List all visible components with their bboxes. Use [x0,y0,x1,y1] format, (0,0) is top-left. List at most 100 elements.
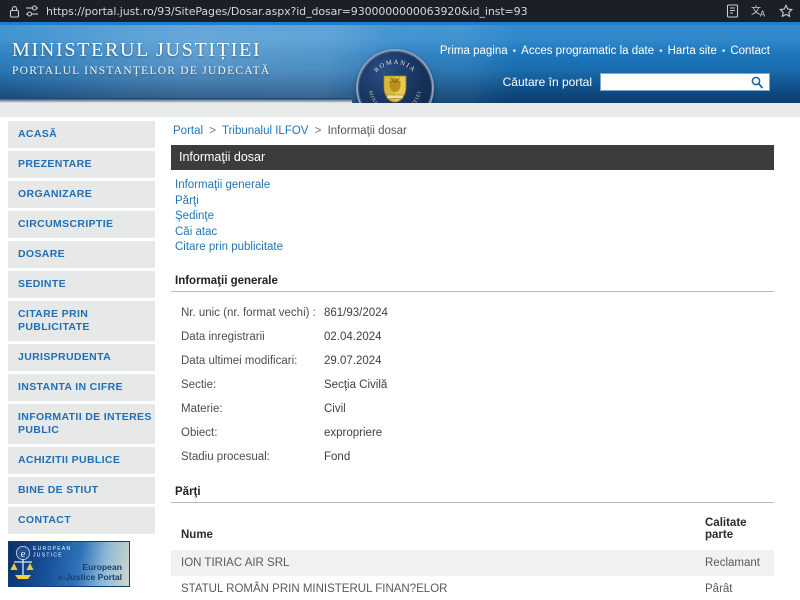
sidebar: ACASĂ PREZENTARE ORGANIZARE CIRCUMSCRIPT… [0,117,163,587]
sidebar-item-label: JURISPRUDENTA [18,351,111,363]
table-header-row: Nume Calitate parte [171,513,774,550]
parties-table: Nume Calitate parte ION TIRIAC AIR SRL R… [171,513,774,600]
page-title: MINISTERUL JUSTIȚIEI [12,38,270,63]
sidebar-item-prezentare[interactable]: PREZENTARE [8,151,155,178]
anchor-sedinte[interactable]: Şedinţe [175,209,774,225]
info-row: Sectie: Secţia Civilă [171,373,774,397]
sidebar-item-organizare[interactable]: ORGANIZARE [8,181,155,208]
sidebar-item-informatii-de-interes-public[interactable]: INFORMATII DE INTERES PUBLIC [8,404,155,444]
top-navigation[interactable]: Prima pagina • Acces programatic la date… [440,45,770,57]
search-box[interactable] [600,73,770,91]
site-subtitle: PORTALUL INSTANȚELOR DE JUDECATĂ [12,63,270,79]
nav-prima-pagina[interactable]: Prima pagina [440,45,508,57]
section-heading-informatii-generale: Informaţii generale [171,268,774,292]
info-value: expropriere [324,426,382,440]
search-input[interactable] [601,74,746,90]
header-gray-band [0,103,800,117]
url-text[interactable]: https://portal.just.ro/93/SitePages/Dosa… [46,5,527,18]
sidebar-item-jurisprudenta[interactable]: JURISPRUDENTA [8,344,155,371]
sidebar-item-instanta-in-cifre[interactable]: INSTANTA IN CIFRE [8,374,155,401]
breadcrumb-item-tribunal[interactable]: Tribunalul ILFOV [222,125,309,137]
nav-separator: • [659,46,663,57]
european-ejustice-portal-banner[interactable]: e EUROPEAN JUSTICE European e-Justice Po… [8,541,130,587]
favorite-star-icon[interactable] [778,4,794,18]
site-header: MINISTERUL JUSTIȚIEI PORTALUL INSTANȚELO… [0,25,800,103]
portal-search[interactable]: Căutare în portal [503,73,770,91]
sidebar-item-acasa[interactable]: ACASĂ [8,121,155,148]
dosar-title-bar: Informaţii dosar [171,145,774,170]
svg-text:ROMANIA: ROMANIA [373,59,417,74]
anchor-informatii-generale[interactable]: Informaţii generale [175,178,774,194]
svg-text:JUSTICE: JUSTICE [33,553,63,559]
info-label: Sectie: [171,378,324,392]
browser-address-bar[interactable]: https://portal.just.ro/93/SitePages/Dosa… [0,0,800,22]
ministry-seal-emblem: ROMANIA MINISTERUL JUSTITIEI [356,49,434,103]
translate-icon[interactable]: 文A [751,4,767,18]
anchor-link-list[interactable]: Informaţii generale Părţi Şedinţe Căi at… [171,178,774,260]
site-brand: MINISTERUL JUSTIȚIEI PORTALUL INSTANȚELO… [12,38,270,79]
info-row: Nr. unic (nr. format vechi) : 861/93/202… [171,301,774,325]
page-body: ACASĂ PREZENTARE ORGANIZARE CIRCUMSCRIPT… [0,117,800,600]
svg-text:A: A [760,10,766,19]
cell-calitate: Pârât [695,576,774,600]
info-label: Stadiu procesual: [171,450,324,464]
nav-contact[interactable]: Contact [730,45,770,57]
sidebar-item-label: CITARE PRIN PUBLICITATE [18,308,90,333]
info-row: Data ultimei modificari: 29.07.2024 [171,349,774,373]
sidebar-item-label: CIRCUMSCRIPTIE [18,218,113,230]
reading-list-icon[interactable] [724,4,740,18]
svg-text:e: e [21,548,26,560]
column-header-nume: Nume [171,513,695,550]
breadcrumb-item-current: Informaţii dosar [328,125,407,137]
sidebar-item-label: INFORMATII DE INTERES PUBLIC [18,411,152,436]
header-bottom-shelf [0,98,352,103]
sidebar-item-label: ACASĂ [18,128,57,140]
sidebar-item-achizitii-publice[interactable]: ACHIZITII PUBLICE [8,447,155,474]
info-value: 861/93/2024 [324,306,388,320]
section-heading-parti: Părţi [171,479,774,503]
breadcrumb-separator: > [209,125,216,137]
svg-text:e-Justice Portal: e-Justice Portal [58,572,122,582]
info-row: Materie: Civil [171,397,774,421]
search-button[interactable] [746,74,768,90]
breadcrumb: Portal > Tribunalul ILFOV > Informaţii d… [171,121,774,145]
sidebar-item-label: ORGANIZARE [18,188,92,200]
anchor-parti[interactable]: Părţi [175,194,774,210]
anchor-cai-atac[interactable]: Căi atac [175,225,774,241]
sidebar-item-citare-prin-publicitate[interactable]: CITARE PRIN PUBLICITATE [8,301,155,341]
nav-harta-site[interactable]: Harta site [668,45,717,57]
info-label: Materie: [171,402,324,416]
nav-separator: • [722,46,726,57]
main-content: Portal > Tribunalul ILFOV > Informaţii d… [163,117,800,600]
info-row: Data inregistrarii 02.04.2024 [171,325,774,349]
info-value: 02.04.2024 [324,330,382,344]
svg-text:EUROPEAN: EUROPEAN [33,546,71,552]
nav-acces-programatic[interactable]: Acces programatic la date [521,45,654,57]
sidebar-item-dosare[interactable]: DOSARE [8,241,155,268]
info-label: Data inregistrarii [171,330,324,344]
anchor-citare-prin-publicitate[interactable]: Citare prin publicitate [175,240,774,256]
sidebar-item-label: ACHIZITII PUBLICE [18,454,120,466]
cell-nume: ION TIRIAC AIR SRL [171,550,695,576]
cell-calitate: Reclamant [695,550,774,576]
info-row: Obiect: expropriere [171,421,774,445]
breadcrumb-item-portal[interactable]: Portal [173,125,203,137]
sidebar-item-label: BINE DE STIUT [18,484,98,496]
info-value: 29.07.2024 [324,354,382,368]
sidebar-item-circumscriptie[interactable]: CIRCUMSCRIPTIE [8,211,155,238]
sidebar-item-label: DOSARE [18,248,65,260]
search-icon [751,76,764,89]
sidebar-item-bine-de-stiut[interactable]: BINE DE STIUT [8,477,155,504]
sidebar-item-sedinte[interactable]: SEDINTE [8,271,155,298]
svg-text:European: European [82,562,122,572]
sidebar-item-label: PREZENTARE [18,158,92,170]
general-info-list: Nr. unic (nr. format vechi) : 861/93/202… [171,292,774,471]
table-row: STATUL ROMÂN PRIN MINISTERUL FINAN?ELOR … [171,576,774,600]
sidebar-item-contact[interactable]: CONTACT [8,507,155,534]
site-settings-icon[interactable] [22,5,42,17]
info-value: Secţia Civilă [324,378,387,392]
sidebar-item-label: INSTANTA IN CIFRE [18,381,123,393]
info-label: Nr. unic (nr. format vechi) : [171,306,324,320]
column-header-calitate: Calitate parte [695,513,774,550]
table-row: ION TIRIAC AIR SRL Reclamant [171,550,774,576]
